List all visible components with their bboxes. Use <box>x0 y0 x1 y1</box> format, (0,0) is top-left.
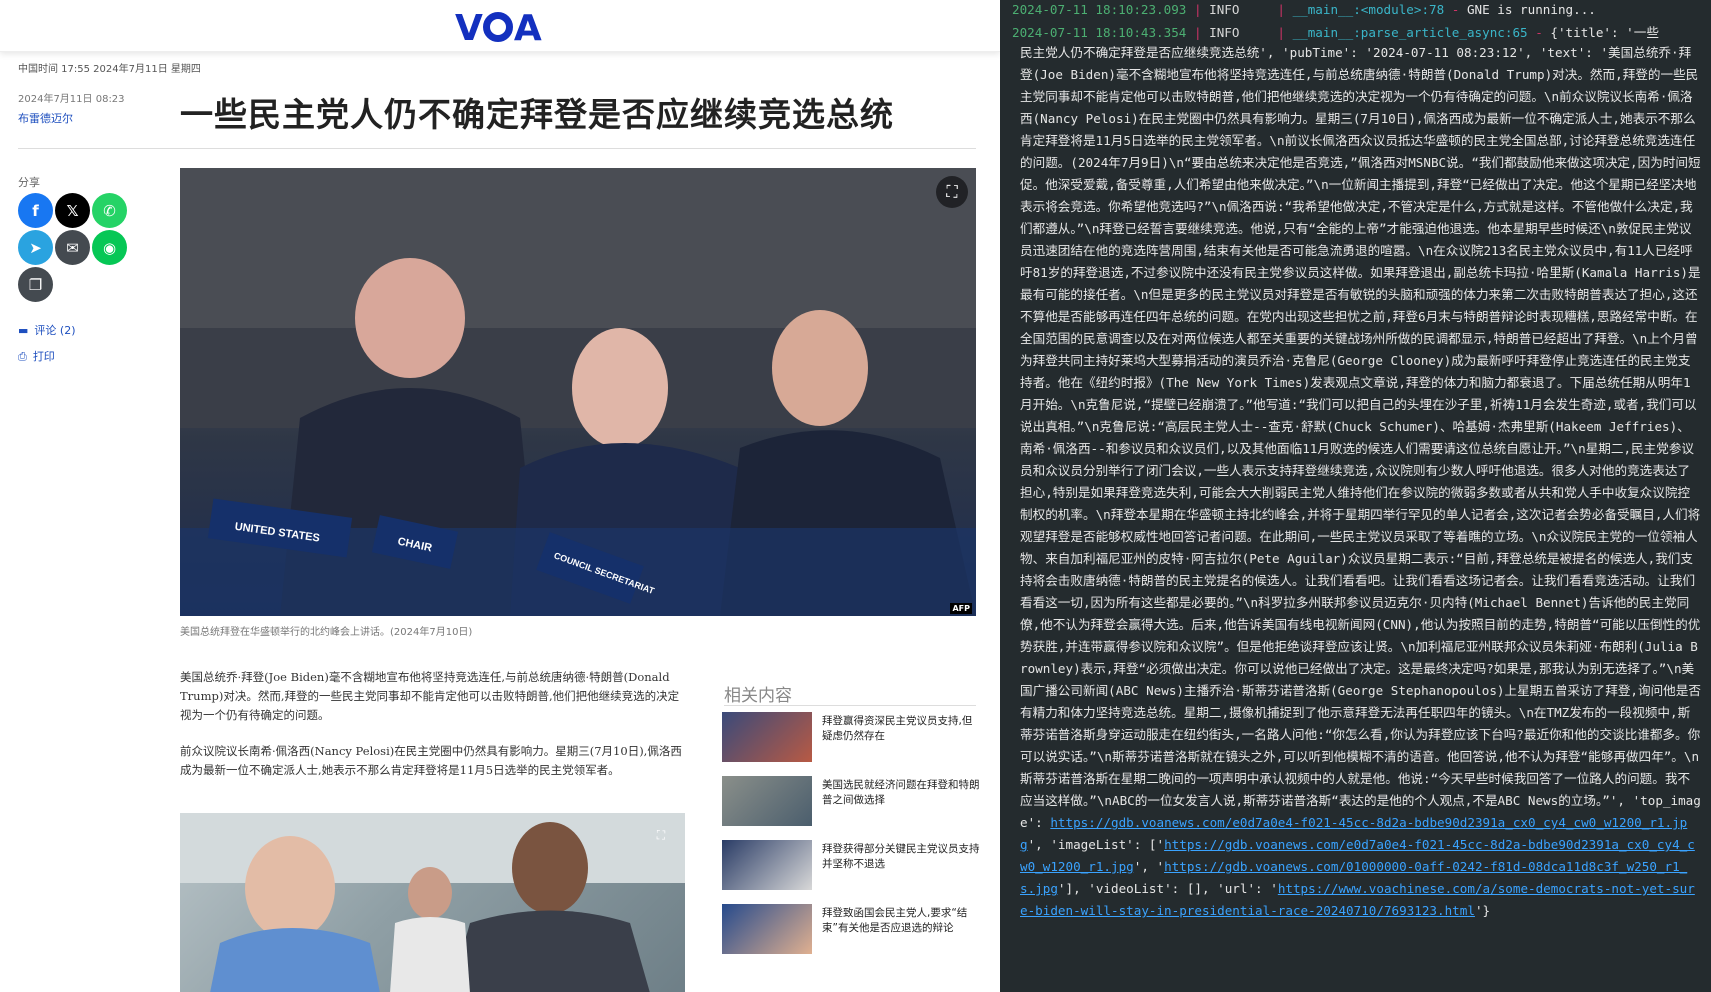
image-list-sep: ', ' <box>1133 859 1165 874</box>
print-link[interactable]: ⎙ 打印 <box>18 348 55 364</box>
print-label: 打印 <box>32 350 55 363</box>
article-headline: 一些民主党人仍不确定拜登是否应继续竞选总统 <box>180 95 894 134</box>
copy-share-button[interactable]: ❐ <box>18 267 53 302</box>
related-item[interactable]: 美国选民就经济问题在拜登和特朗普之间做选择 <box>722 776 980 828</box>
second-image[interactable]: ⛶ <box>180 813 685 992</box>
comment-icon: ▬ <box>18 324 29 337</box>
image-list-label: ', 'imageList': [' <box>1027 837 1165 852</box>
article-json-text: 民主党人仍不确定拜登是否应继续竞选总统', 'pubTime': '2024-0… <box>1020 45 1701 830</box>
hero-caption: 美国总统拜登在华盛顿举行的北约峰会上讲话。(2024年7月10日) <box>180 627 473 638</box>
paragraph-2: 前众议院议长南希·佩洛西(Nancy Pelosi)在民主党圈中仍然具有影响力。… <box>180 744 682 777</box>
share-label: 分享 <box>18 176 40 189</box>
voa-logo[interactable]: VA <box>455 8 542 49</box>
related-headline[interactable]: 美国选民就经济问题在拜登和特朗普之间做选择 <box>822 778 980 808</box>
related-thumbnail[interactable] <box>722 712 812 762</box>
comments-label: 评论 (2) <box>34 324 76 337</box>
whatsapp-share-button[interactable]: ✆ <box>92 193 127 228</box>
afp-credit: AFP <box>950 603 972 614</box>
related-item[interactable]: 拜登获得部分关键民主党议员支持并坚称不退选 <box>722 840 980 892</box>
log-line-2: 2024-07-11 18:10:43.354 | INFO | __main_… <box>1012 25 1659 40</box>
related-headline[interactable]: 拜登致函国会民主党人,要求“结束”有关他是否应退选的辩论 <box>822 906 980 936</box>
expand-icon-2[interactable]: ⛶ <box>649 823 673 847</box>
related-divider <box>724 705 976 706</box>
related-item[interactable]: 拜登赢得资深民主党议员支持,但疑虑仍然存在 <box>722 712 980 764</box>
china-time-bar: 中国时间 17:55 2024年7月11日 星期四 <box>18 64 201 75</box>
x-share-button[interactable]: 𝕏 <box>55 193 90 228</box>
related-thumbnail[interactable] <box>722 840 812 890</box>
telegram-share-button[interactable]: ➤ <box>18 230 53 265</box>
related-thumbnail[interactable] <box>722 776 812 826</box>
person-center-face <box>572 328 668 448</box>
video-list-label: '], 'videoList': [], 'url': ' <box>1057 881 1278 896</box>
expand-icon[interactable]: ⛶ <box>936 176 968 208</box>
related-headline[interactable]: 拜登赢得资深民主党议员支持,但疑虑仍然存在 <box>822 714 980 744</box>
related-thumbnail[interactable] <box>722 904 812 954</box>
author-link[interactable]: 布雷德迈尔 <box>18 110 73 126</box>
log-output-body: 民主党人仍不确定拜登是否应继续竞选总统', 'pubTime': '2024-0… <box>1020 42 1702 922</box>
related-headline[interactable]: 拜登获得部分关键民主党议员支持并坚称不退选 <box>822 842 980 872</box>
hero-image[interactable]: UNITED STATES CHAIR COUNCIL SECRETARIAT … <box>180 168 976 616</box>
json-close: '} <box>1474 903 1491 918</box>
divider <box>18 148 976 149</box>
publish-date: 2024年7月11日 08:23 <box>18 94 125 105</box>
comments-link[interactable]: ▬ 评论 (2) <box>18 322 75 338</box>
email-share-button[interactable]: ✉ <box>55 230 90 265</box>
related-item[interactable]: 拜登致函国会民主党人,要求“结束”有关他是否应退选的辩论 <box>722 904 980 956</box>
log-line-1: 2024-07-11 18:10:23.093 | INFO | __main_… <box>1012 2 1596 17</box>
terminal-panel[interactable]: 2024-07-11 18:10:23.093 | INFO | __main_… <box>1000 0 1711 992</box>
paragraph-1: 美国总统乔·拜登(Joe Biden)毫不含糊地宣布他将坚持竞选连任,与前总统唐… <box>180 670 680 722</box>
print-icon: ⎙ <box>18 350 27 363</box>
person-left-face <box>355 258 465 378</box>
line-share-button[interactable]: ◉ <box>92 230 127 265</box>
browser-page: VA 中国时间 17:55 2024年7月11日 星期四 2024年7月11日 … <box>0 0 1000 992</box>
site-header: VA <box>0 0 1000 52</box>
person-right-face <box>772 310 868 426</box>
related-title: 相关内容 <box>724 686 792 706</box>
facebook-share-button[interactable]: f <box>18 193 53 228</box>
